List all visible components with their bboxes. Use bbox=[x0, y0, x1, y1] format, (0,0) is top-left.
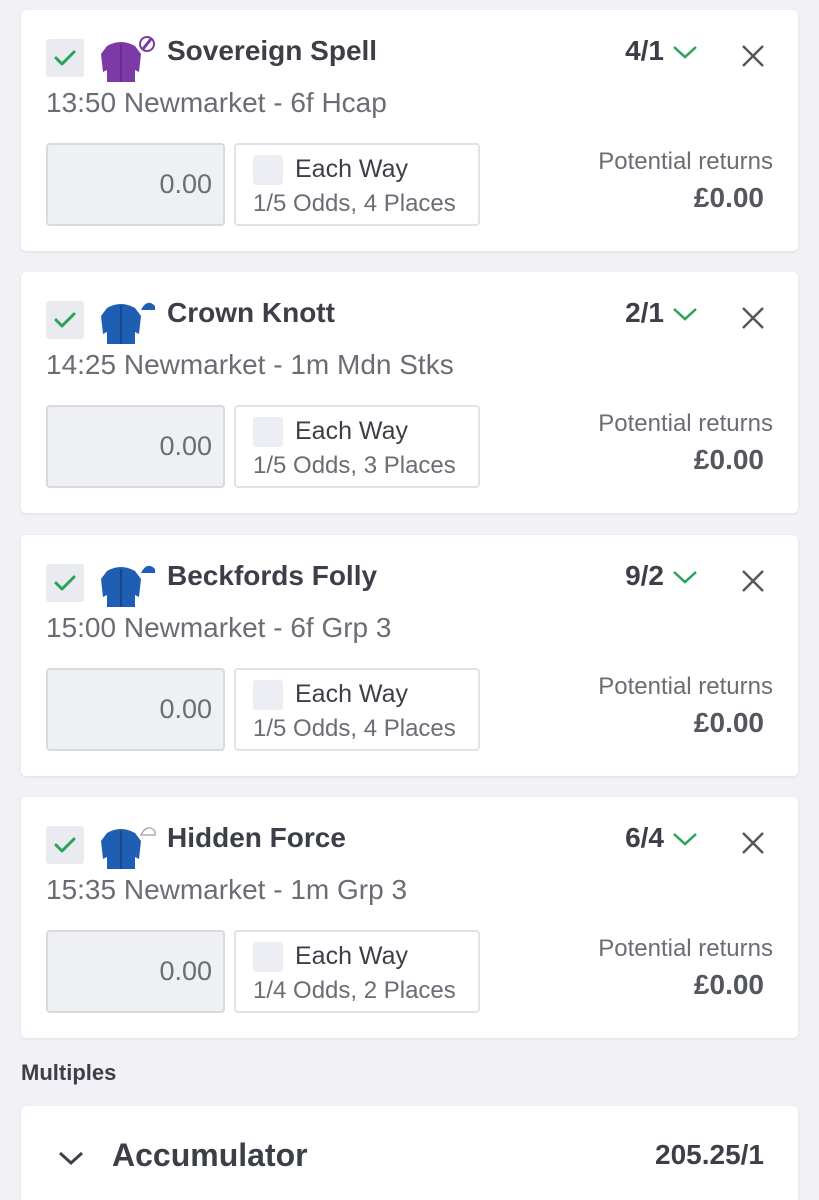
check-icon bbox=[54, 837, 76, 853]
odds-value[interactable]: 2/1 bbox=[581, 297, 664, 329]
chevron-down-icon[interactable] bbox=[57, 1148, 85, 1168]
each-way-terms: 1/4 Odds, 2 Places bbox=[253, 977, 456, 1004]
potential-returns-label: Potential returns bbox=[598, 673, 773, 700]
blue-silk-icon bbox=[101, 302, 155, 344]
each-way-label: Each Way bbox=[295, 417, 409, 445]
each-way-terms: 1/5 Odds, 3 Places bbox=[253, 452, 456, 479]
close-icon[interactable] bbox=[740, 568, 766, 594]
chevron-down-icon[interactable] bbox=[671, 42, 699, 62]
each-way-checkbox[interactable] bbox=[253, 417, 283, 447]
odds-value[interactable]: 6/4 bbox=[581, 822, 664, 854]
potential-returns-label: Potential returns bbox=[598, 148, 773, 175]
runner-name: Beckfords Folly bbox=[167, 560, 378, 591]
multiples-section-label: Multiples bbox=[21, 1060, 117, 1085]
potential-returns-label: Potential returns bbox=[598, 410, 773, 437]
bet-selection-card: Hidden Force 6/4 15:35 Newmarket - 1m Gr… bbox=[21, 797, 798, 1038]
accumulator-card[interactable]: Accumulator 205.25/1 bbox=[21, 1106, 798, 1200]
each-way-toggle[interactable]: Each Way 1/5 Odds, 4 Places bbox=[234, 143, 480, 226]
bet-selection-card: Crown Knott 2/1 14:25 Newmarket - 1m Mdn… bbox=[21, 272, 798, 513]
each-way-checkbox[interactable] bbox=[253, 680, 283, 710]
chevron-down-icon[interactable] bbox=[671, 829, 699, 849]
potential-returns-value: £0.00 bbox=[693, 444, 764, 475]
selection-checkbox[interactable] bbox=[46, 826, 84, 864]
selection-checkbox[interactable] bbox=[46, 301, 84, 339]
purple-silk-icon bbox=[101, 36, 155, 82]
each-way-label: Each Way bbox=[295, 680, 409, 708]
close-icon[interactable] bbox=[740, 830, 766, 856]
odds-value[interactable]: 4/1 bbox=[581, 35, 664, 67]
check-icon bbox=[54, 312, 76, 328]
bet-selection-card: Beckfords Folly 9/2 15:00 Newmarket - 6f… bbox=[21, 535, 798, 776]
race-info: 13:50 Newmarket - 6f Hcap bbox=[46, 87, 387, 118]
each-way-label: Each Way bbox=[295, 155, 409, 183]
each-way-checkbox[interactable] bbox=[253, 942, 283, 972]
each-way-toggle[interactable]: Each Way 1/4 Odds, 2 Places bbox=[234, 930, 480, 1013]
runner-name: Crown Knott bbox=[167, 297, 335, 328]
potential-returns-value: £0.00 bbox=[693, 182, 764, 213]
each-way-terms: 1/5 Odds, 4 Places bbox=[253, 715, 456, 742]
each-way-label: Each Way bbox=[295, 942, 409, 970]
each-way-terms: 1/5 Odds, 4 Places bbox=[253, 190, 456, 217]
blue-silk-icon bbox=[101, 565, 155, 607]
potential-returns-value: £0.00 bbox=[693, 969, 764, 1000]
bet-selection-card: Sovereign Spell 4/1 13:50 Newmarket - 6f… bbox=[21, 10, 798, 251]
close-icon[interactable] bbox=[740, 43, 766, 69]
stake-input[interactable]: 0.00 bbox=[46, 930, 225, 1013]
race-info: 15:00 Newmarket - 6f Grp 3 bbox=[46, 612, 392, 643]
selection-checkbox[interactable] bbox=[46, 39, 84, 77]
potential-returns-value: £0.00 bbox=[693, 707, 764, 738]
race-info: 15:35 Newmarket - 1m Grp 3 bbox=[46, 874, 408, 905]
check-icon bbox=[54, 50, 76, 66]
chevron-down-icon[interactable] bbox=[671, 304, 699, 324]
blue-white-cap-silk-icon bbox=[101, 827, 156, 869]
accumulator-odds: 205.25/1 bbox=[655, 1139, 764, 1170]
each-way-checkbox[interactable] bbox=[253, 155, 283, 185]
runner-name: Hidden Force bbox=[167, 822, 346, 853]
each-way-toggle[interactable]: Each Way 1/5 Odds, 3 Places bbox=[234, 405, 480, 488]
selection-checkbox[interactable] bbox=[46, 564, 84, 602]
potential-returns-label: Potential returns bbox=[598, 935, 773, 962]
runner-name: Sovereign Spell bbox=[167, 35, 378, 66]
stake-input[interactable]: 0.00 bbox=[46, 405, 225, 488]
stake-input[interactable]: 0.00 bbox=[46, 668, 225, 751]
chevron-down-icon[interactable] bbox=[671, 567, 699, 587]
check-icon bbox=[54, 575, 76, 591]
close-icon[interactable] bbox=[740, 305, 766, 331]
each-way-toggle[interactable]: Each Way 1/5 Odds, 4 Places bbox=[234, 668, 480, 751]
odds-value[interactable]: 9/2 bbox=[581, 560, 664, 592]
stake-input[interactable]: 0.00 bbox=[46, 143, 225, 226]
race-info: 14:25 Newmarket - 1m Mdn Stks bbox=[46, 349, 454, 380]
accumulator-title: Accumulator bbox=[112, 1137, 308, 1173]
